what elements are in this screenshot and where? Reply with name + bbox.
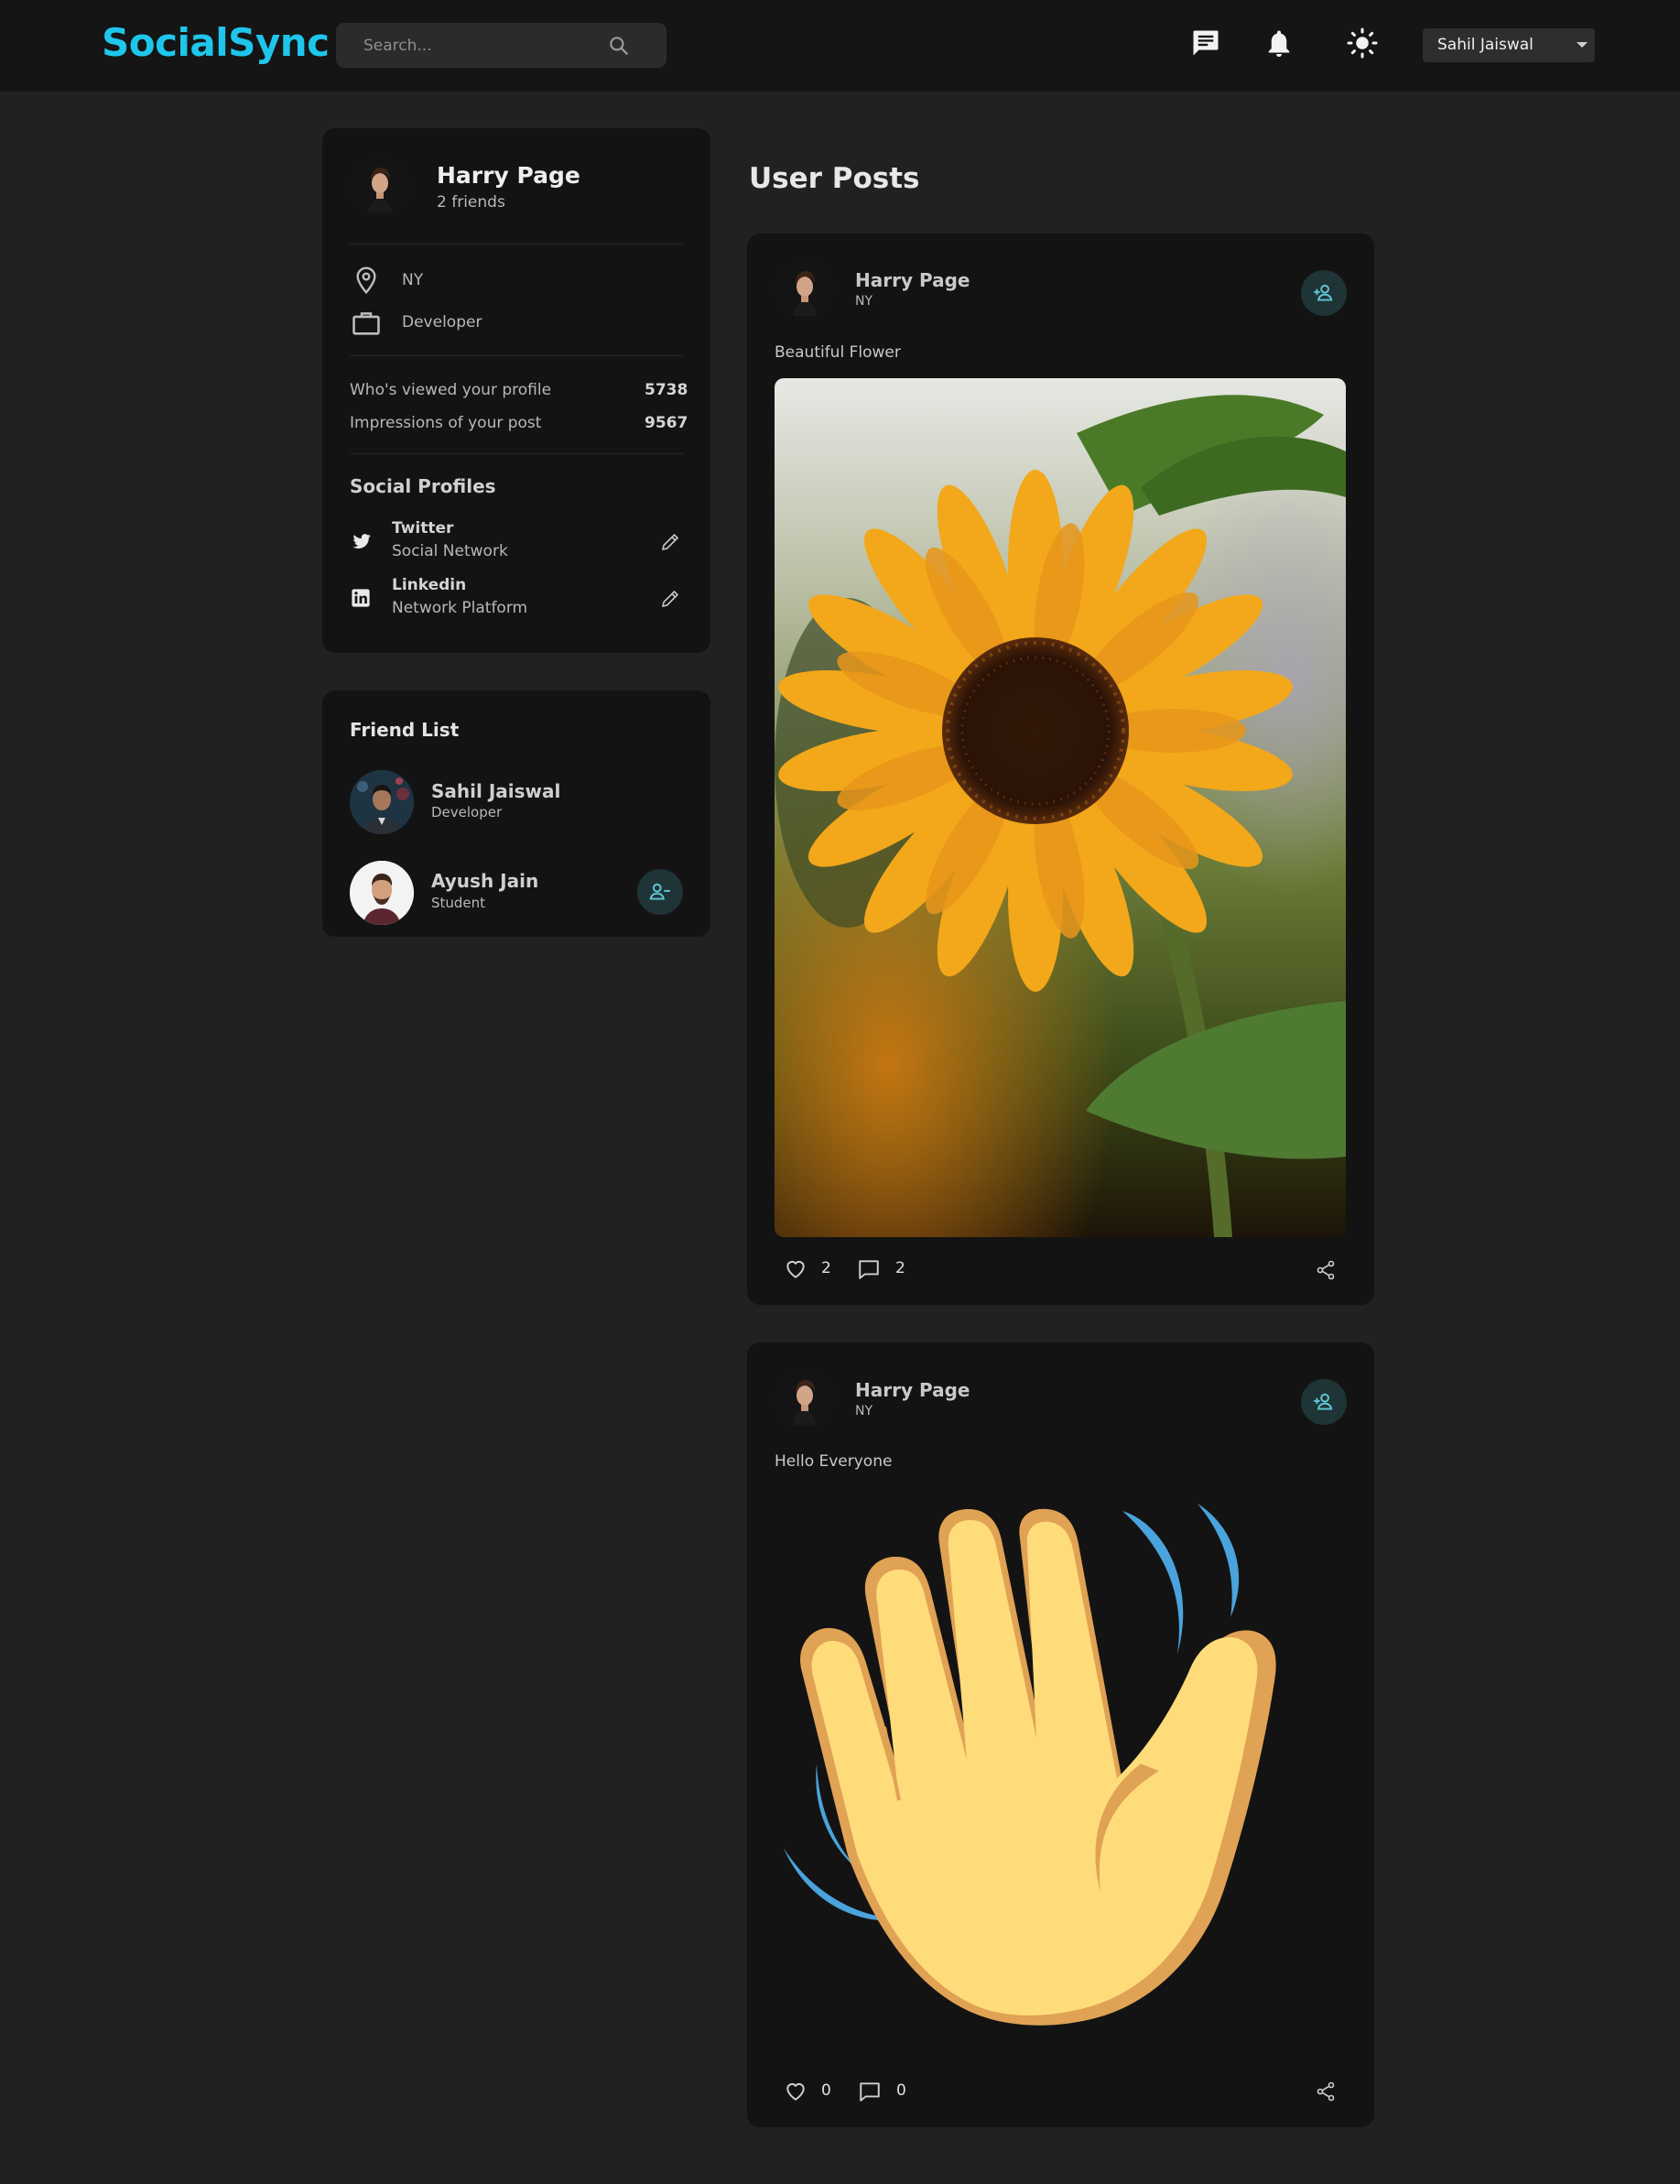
share-icon[interactable] xyxy=(1315,1259,1337,1281)
friend-name[interactable]: Sahil Jaiswal xyxy=(431,780,560,802)
post-author[interactable]: Harry Page xyxy=(855,269,970,291)
friend-list-card: Friend List Sahil Jaiswal Developer Ayus… xyxy=(322,690,710,937)
person-add-icon xyxy=(1314,284,1333,301)
app-logo[interactable]: SocialSync xyxy=(102,20,330,65)
chevron-down-icon xyxy=(1577,42,1588,48)
edit-icon[interactable] xyxy=(659,531,681,553)
search-box xyxy=(336,23,667,68)
post-author[interactable]: Harry Page xyxy=(855,1379,970,1401)
sun-icon[interactable] xyxy=(1346,27,1379,60)
profile-location: NY xyxy=(402,271,424,289)
social-desc: Social Network xyxy=(392,542,508,560)
comment-icon[interactable] xyxy=(858,2080,882,2103)
edit-icon[interactable] xyxy=(659,588,681,610)
twitter-icon xyxy=(352,534,371,549)
post-text: Beautiful Flower xyxy=(775,343,901,362)
briefcase-icon xyxy=(352,312,380,335)
search-input[interactable] xyxy=(336,23,611,68)
search-icon[interactable] xyxy=(607,34,631,58)
friend-name[interactable]: Ayush Jain xyxy=(431,870,538,892)
profile-card: Harry Page 2 friends NY Developer Who's … xyxy=(322,128,710,653)
comment-count: 2 xyxy=(895,1259,905,1277)
post-image-waving-hand[interactable] xyxy=(775,1489,1346,2038)
location-icon xyxy=(356,266,376,295)
bell-icon[interactable] xyxy=(1263,27,1295,60)
navbar: SocialSync Sahil Jaiswal xyxy=(0,0,1680,92)
message-icon[interactable] xyxy=(1189,27,1222,60)
person-add-icon xyxy=(1314,1393,1333,1410)
divider xyxy=(350,453,683,454)
divider xyxy=(350,355,683,356)
posts-title: User Posts xyxy=(749,162,920,195)
heart-icon[interactable] xyxy=(784,1257,807,1281)
remove-friend-button[interactable] xyxy=(637,869,683,915)
post-card: Harry Page NY Beautiful Flower 2 2 xyxy=(747,234,1374,1305)
post-image-sunflower[interactable] xyxy=(775,378,1346,1237)
add-friend-button[interactable] xyxy=(1301,270,1347,316)
social-desc: Network Platform xyxy=(392,599,528,617)
stat-value: 5738 xyxy=(645,381,688,399)
stat-label: Impressions of your post xyxy=(350,414,542,432)
heart-icon[interactable] xyxy=(784,2080,807,2103)
profile-friends-count: 2 friends xyxy=(437,193,505,212)
user-dropdown[interactable]: Sahil Jaiswal xyxy=(1423,28,1595,62)
stat-label: Who's viewed your profile xyxy=(350,381,552,399)
friend-avatar[interactable] xyxy=(350,770,414,834)
friend-role: Developer xyxy=(431,804,503,820)
profile-name[interactable]: Harry Page xyxy=(437,162,580,189)
user-dropdown-label: Sahil Jaiswal xyxy=(1437,36,1534,54)
social-name[interactable]: Linkedin xyxy=(392,576,466,594)
comment-count: 0 xyxy=(896,2081,906,2100)
post-author-avatar[interactable] xyxy=(775,1368,835,1429)
like-count: 2 xyxy=(821,1259,831,1277)
profile-avatar[interactable] xyxy=(350,156,410,216)
post-location: NY xyxy=(855,294,873,309)
friend-avatar[interactable] xyxy=(350,861,414,925)
post-card: Harry Page NY Hello Everyone 0 0 xyxy=(747,1342,1374,2127)
social-profiles-title: Social Profiles xyxy=(350,475,496,497)
profile-occupation: Developer xyxy=(402,313,482,331)
friend-role: Student xyxy=(431,895,486,911)
like-count: 0 xyxy=(821,2081,831,2100)
post-location: NY xyxy=(855,1404,873,1418)
post-author-avatar[interactable] xyxy=(775,259,835,320)
linkedin-icon xyxy=(352,589,370,607)
stat-value: 9567 xyxy=(645,414,688,432)
social-name[interactable]: Twitter xyxy=(392,519,453,538)
share-icon[interactable] xyxy=(1315,2081,1337,2103)
add-friend-button[interactable] xyxy=(1301,1379,1347,1425)
friend-list-title: Friend List xyxy=(350,719,460,741)
person-remove-icon xyxy=(649,883,670,900)
post-text: Hello Everyone xyxy=(775,1452,893,1471)
comment-icon[interactable] xyxy=(857,1257,881,1281)
